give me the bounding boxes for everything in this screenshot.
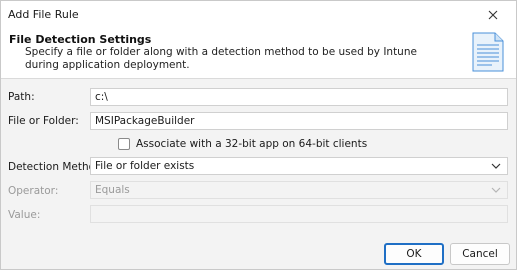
value-label: Value: [8, 209, 41, 221]
title-bar: Add File Rule [1, 1, 516, 29]
chevron-down-icon [491, 187, 501, 193]
ok-button[interactable]: OK [384, 243, 444, 265]
header-description: Specify a file or folder along with a de… [25, 46, 417, 71]
operator-label: Operator: [8, 185, 59, 197]
cancel-button[interactable]: Cancel [450, 243, 510, 265]
associate-32bit-row[interactable]: Associate with a 32-bit app on 64-bit cl… [118, 137, 367, 151]
chevron-down-icon [491, 163, 501, 169]
close-icon [488, 10, 498, 20]
detection-method-value: File or folder exists [95, 160, 195, 172]
document-icon [472, 32, 504, 72]
associate-32bit-checkbox[interactable] [118, 138, 130, 150]
window-title: Add File Rule [8, 8, 79, 21]
file-or-folder-input[interactable]: MSIPackageBuilder [90, 112, 508, 130]
operator-value: Equals [95, 184, 130, 196]
add-file-rule-dialog: Add File Rule File Detection Settings Sp… [0, 0, 517, 270]
operator-select: Equals [90, 181, 508, 199]
path-input[interactable]: c:\ [90, 88, 508, 106]
header-panel: File Detection Settings Specify a file o… [1, 29, 516, 79]
detection-method-select[interactable]: File or folder exists [90, 157, 508, 175]
header-title: File Detection Settings [9, 33, 152, 46]
dialog-footer: OK Cancel [1, 233, 516, 269]
file-or-folder-label: File or Folder: [8, 115, 79, 127]
associate-32bit-label: Associate with a 32-bit app on 64-bit cl… [136, 138, 368, 150]
value-input [90, 205, 508, 223]
path-label: Path: [8, 91, 35, 103]
close-button[interactable] [476, 2, 510, 28]
